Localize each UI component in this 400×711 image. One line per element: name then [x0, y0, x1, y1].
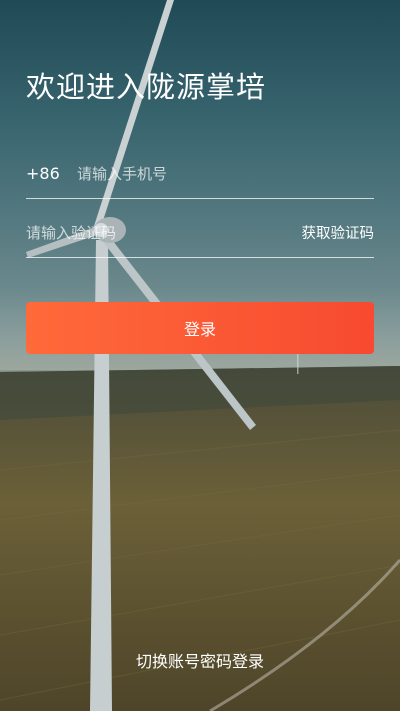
- get-code-button[interactable]: 获取验证码: [302, 222, 375, 243]
- phone-input[interactable]: [77, 149, 374, 198]
- wind-turbine-background: [0, 0, 400, 711]
- login-button[interactable]: 登录: [26, 302, 374, 354]
- page-title: 欢迎进入陇源掌培: [26, 70, 267, 104]
- verification-code-input[interactable]: [26, 208, 302, 257]
- login-screen: 欢迎进入陇源掌培 +86 获取验证码 登录 切换账号密码登录: [0, 0, 400, 711]
- phone-field: +86: [26, 149, 374, 199]
- country-code[interactable]: +86: [26, 164, 77, 183]
- switch-password-login-link[interactable]: 切换账号密码登录: [0, 648, 400, 672]
- code-field: 获取验证码: [26, 208, 374, 258]
